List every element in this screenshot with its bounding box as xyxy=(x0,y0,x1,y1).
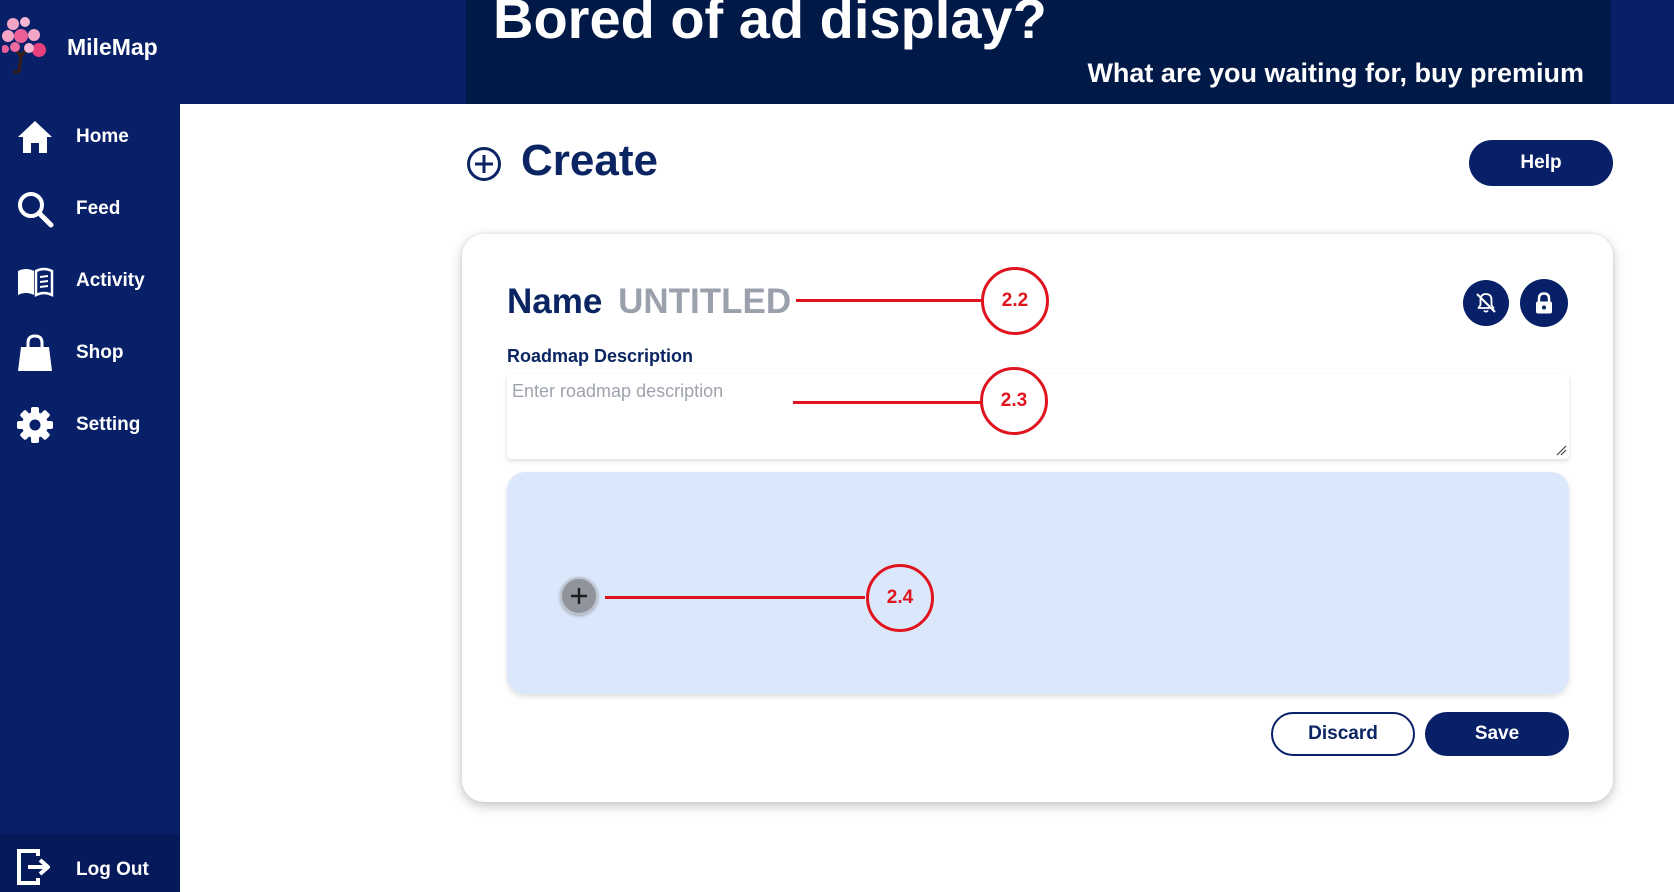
milemap-logo-icon xyxy=(2,17,46,74)
name-label: Name xyxy=(507,282,603,321)
sidebar-item-home[interactable]: Home xyxy=(0,106,180,168)
annotation-marker: 2.3 xyxy=(980,367,1048,435)
sidebar-item-label: Setting xyxy=(76,414,141,435)
plus-icon xyxy=(571,588,587,604)
annotation-marker: 2.4 xyxy=(866,564,934,632)
gear-icon xyxy=(17,407,53,443)
sidebar-item-shop[interactable]: Shop xyxy=(0,322,180,384)
lock-button[interactable] xyxy=(1520,279,1568,327)
add-circle-icon xyxy=(467,147,501,181)
annotation-line xyxy=(793,401,981,404)
sidebar-item-feed[interactable]: Feed xyxy=(0,178,180,240)
lock-icon xyxy=(1536,292,1552,314)
brand-name: MileMap xyxy=(67,34,158,60)
save-button[interactable]: Save xyxy=(1425,712,1569,756)
sidebar-item-label: Shop xyxy=(76,342,124,363)
sidebar-item-label: Home xyxy=(76,126,129,147)
sidebar-item-label: Feed xyxy=(76,198,121,219)
bell-off-icon xyxy=(1476,293,1496,313)
sidebar-item-setting[interactable]: Setting xyxy=(0,394,180,456)
ad-subtitle: What are you waiting for, buy premium xyxy=(1087,58,1584,88)
logout-button[interactable]: Log Out xyxy=(0,834,180,892)
description-label: Roadmap Description xyxy=(507,346,694,366)
discard-button[interactable]: Discard xyxy=(1271,712,1415,756)
add-milestone-button[interactable] xyxy=(560,577,598,615)
help-button[interactable]: Help xyxy=(1469,140,1613,186)
annotation-marker: 2.2 xyxy=(981,267,1049,335)
name-value[interactable]: UNTITLED xyxy=(618,282,791,321)
sidebar-item-activity[interactable]: Activity xyxy=(0,250,180,312)
logout-label: Log Out xyxy=(76,859,149,880)
shopping-bag-icon xyxy=(18,334,52,371)
annotation-line xyxy=(605,596,865,599)
home-icon xyxy=(18,121,52,153)
logout-icon xyxy=(17,849,50,885)
search-icon xyxy=(18,192,54,228)
book-icon xyxy=(18,267,54,298)
annotation-line xyxy=(796,299,981,302)
ad-title: Bored of ad display? xyxy=(493,0,1047,50)
brand[interactable]: MileMap xyxy=(0,0,180,104)
ad-banner[interactable]: Bored of ad display? What are you waitin… xyxy=(466,0,1611,104)
resize-handle-icon[interactable] xyxy=(1556,445,1567,456)
page-title: Create xyxy=(521,136,658,185)
roadmap-name[interactable]: Name UNTITLED xyxy=(507,282,791,322)
sidebar: MileMap Home Feed Activity Shop Setting … xyxy=(0,0,180,892)
sidebar-item-label: Activity xyxy=(76,270,145,291)
notifications-off-button[interactable] xyxy=(1463,280,1509,326)
milestone-area xyxy=(507,472,1569,694)
